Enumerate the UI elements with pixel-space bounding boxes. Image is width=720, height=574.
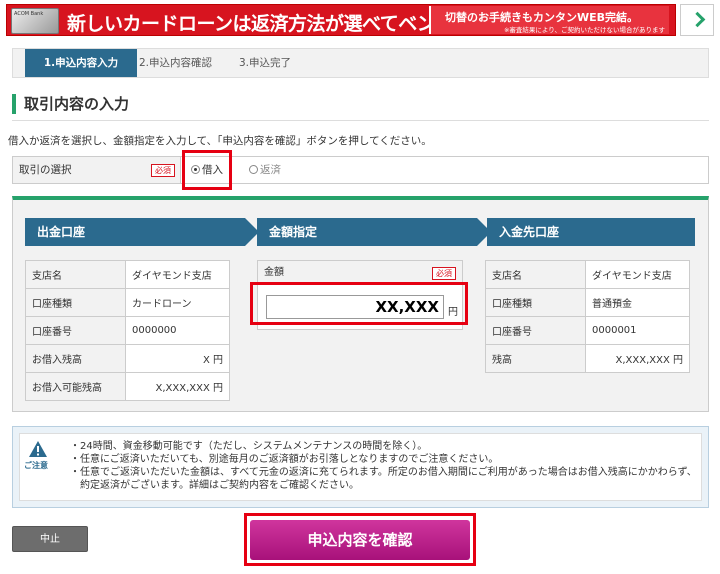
table-row: お借入残高 X 円 [25,344,230,373]
notice-inner: ご注意 ・24時間、資金移動可能です（ただし、システムメンテナンスの時間を除く）… [19,433,702,501]
cell-value: ダイヤモンド支店 [125,260,230,289]
page-title: 取引内容の入力 [12,94,129,114]
table-row: 口座番号 0000001 [485,316,690,345]
cell-key: 口座番号 [485,316,586,345]
banner-subtext: 切替のお手続きもカンタンWEB完結。 [445,11,639,24]
radio-repay[interactable]: 返済 [249,164,281,176]
cell-value: ダイヤモンド支店 [585,260,690,289]
notice-label: ご注意 [24,461,48,470]
notice-box: ご注意 ・24時間、資金移動可能です（ただし、システムメンテナンスの時間を除く）… [12,426,709,508]
cell-key: 口座種類 [485,288,586,317]
banner-next-button[interactable] [680,4,714,36]
cell-key: 残高 [485,344,586,373]
banner-headline: 新しいカードローンは返済方法が選べてベンリ！ [67,13,473,35]
table-row: 口座種類 カードローン [25,288,230,317]
cell-value: 普通預金 [585,288,690,317]
cell-key: 支店名 [485,260,586,289]
cell-value: X 円 [125,344,230,373]
instruction-text: 借入か返済を選択し、金額指定を入力して、「申込内容を確認」ボタンを押してください… [8,135,432,147]
table-row: お借入可能残高 X,XXX,XXX 円 [25,372,230,401]
step-1: 1.申込内容入力 [25,49,137,77]
radio-dot[interactable] [249,165,258,174]
cell-key: 口座番号 [25,316,126,345]
highlight-box-amount [250,282,468,325]
step-2: 2.申込内容確認 [139,57,213,69]
transfer-input-page: ACOM Bank 新しいカードローンは返済方法が選べてベンリ！ 切替のお手続き… [0,0,720,574]
table-row: 口座種類 普通預金 [485,288,690,317]
deposit-account-table: 支店名 ダイヤモンド支店 口座種類 普通預金 口座番号 0000001 残高 X,XXX… [485,260,690,373]
cancel-button[interactable]: 中止 [12,526,88,552]
cell-value: 0000001 [585,316,690,345]
highlight-box-confirm [244,513,476,566]
radio-repay-label: 返済 [260,164,281,176]
banner-subpanel: 切替のお手続きもカンタンWEB完結。 ※審査結果により、ご契約いただけない場合が… [429,6,669,34]
step-3: 3.申込完了 [239,57,292,69]
required-badge: 必須 [432,267,456,280]
notice-item: ・24時間、資金移動可能です（ただし、システムメンテナンスの時間を除く）。 [70,441,428,452]
cell-value: X,XXX,XXX 円 [585,344,690,373]
title-divider [12,120,709,121]
cell-key: お借入残高 [25,344,126,373]
transaction-select-row: 取引の選択 必須 借入 返済 [12,156,709,184]
cell-key: 口座種類 [25,288,126,317]
table-row: 口座番号 0000000 [25,316,230,345]
amount-header: 金額指定 [257,218,491,246]
amount-label: 金額 [264,267,284,278]
progress-steps: 1.申込内容入力 2.申込内容確認 3.申込完了 [12,48,709,78]
withdraw-account-header: 出金口座 [25,218,259,246]
notice-item: ・任意でご返済いただいた金額は、すべて元金の返済に充てられます。所定のお借入期間… [70,467,697,491]
warning-icon [29,441,47,457]
deposit-account-header: 入金先口座 [487,218,695,246]
chevron-right-icon [689,11,706,28]
table-row: 支店名 ダイヤモンド支店 [25,260,230,289]
cell-key: 支店名 [25,260,126,289]
cell-key: お借入可能残高 [25,372,126,401]
table-row: 残高 X,XXX,XXX 円 [485,344,690,373]
required-badge: 必須 [151,164,175,177]
cell-value: カードローン [125,288,230,317]
notice-item: ・任意にご返済いただいても、別途毎月のご返済額がお引落しとなりますのでご注意くだ… [70,454,499,465]
highlight-box-radio [182,150,232,190]
card-image: ACOM Bank [11,8,59,34]
cell-value: X,XXX,XXX 円 [125,372,230,401]
promo-banner[interactable]: ACOM Bank 新しいカードローンは返済方法が選べてベンリ！ 切替のお手続き… [6,4,676,36]
table-row: 支店名 ダイヤモンド支店 [485,260,690,289]
withdraw-account-table: 支店名 ダイヤモンド支店 口座種類 カードローン 口座番号 0000000 お借入残高… [25,260,230,401]
cell-value: 0000000 [125,316,230,345]
notice-list: ・24時間、資金移動可能です（ただし、システムメンテナンスの時間を除く）。 ・任… [70,440,700,492]
banner-disclaimer: ※審査結果により、ご契約いただけない場合があります [503,26,665,34]
